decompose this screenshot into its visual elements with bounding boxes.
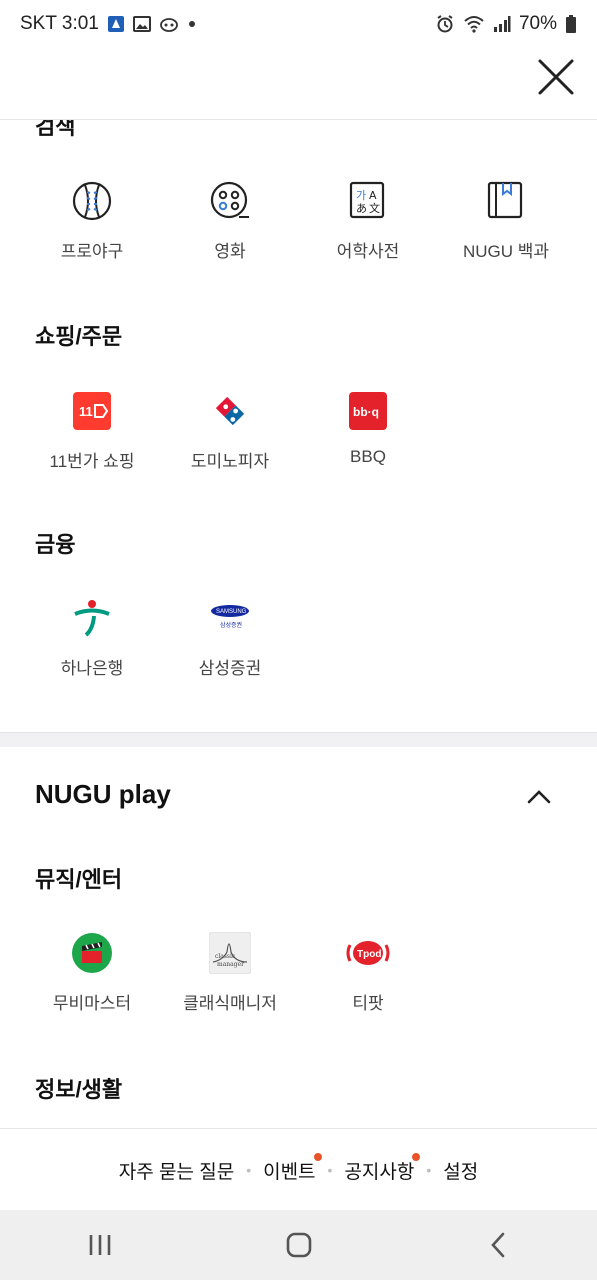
dominos-logo-icon	[208, 389, 252, 433]
svg-text:あ: あ	[356, 202, 367, 215]
svg-text:가: 가	[356, 189, 366, 202]
item-label: 영화	[214, 242, 246, 261]
svg-text:bb·q: bb·q	[353, 405, 379, 419]
svg-text:manager: manager	[217, 961, 244, 968]
signal-icon	[493, 15, 511, 33]
classic-manager-icon: classic manager	[208, 931, 252, 975]
new-badge-dot	[412, 1152, 421, 1161]
settings-link-label: 설정	[443, 1161, 479, 1183]
item-bbq[interactable]: bb·q BBQ	[298, 389, 438, 489]
item-dictionary[interactable]: 가Aあ文 어학사전	[298, 179, 438, 279]
film-reel-icon	[208, 179, 252, 223]
notification-app-icon	[107, 15, 125, 33]
back-icon	[490, 1232, 504, 1258]
recent-apps-icon	[89, 1235, 110, 1255]
svg-text:삼성증권: 삼성증권	[220, 621, 242, 629]
alarm-icon	[435, 14, 455, 34]
status-bar: SKT 3:01 70%	[0, 0, 597, 48]
item-label: 11번가 쇼핑	[49, 452, 135, 471]
events-link-label: 이벤트	[263, 1161, 316, 1183]
separator-dot: •	[246, 1162, 252, 1178]
battery-percent: 70%	[518, 13, 557, 34]
chevron-up-icon	[527, 790, 551, 804]
wifi-icon	[463, 15, 485, 33]
events-link[interactable]: 이벤트	[263, 1152, 322, 1184]
search-grid: 프로야구 영화 가Aあ文 어학사전 NUGU 백과	[0, 179, 597, 289]
item-baseball[interactable]: 프로야구	[22, 179, 162, 279]
item-classic-manager[interactable]: classic manager 클래식매니저	[160, 931, 300, 1031]
item-movie[interactable]: 영화	[160, 179, 300, 279]
item-label: 프로야구	[60, 242, 124, 261]
footer-links: 자주 묻는 질문 • 이벤트 • 공지사항 • 설정	[0, 1128, 597, 1211]
notices-link-label: 공지사항	[344, 1161, 415, 1183]
item-label: 어학사전	[336, 242, 400, 261]
faq-link-label: 자주 묻는 질문	[118, 1161, 235, 1183]
item-dominos[interactable]: 도미노피자	[160, 389, 300, 489]
encyclopedia-icon	[484, 179, 528, 223]
section-title-shopping: 쇼핑/주문	[35, 324, 123, 349]
status-left: SKT 3:01	[20, 13, 197, 35]
svg-text:A: A	[369, 189, 377, 202]
back-button[interactable]	[458, 1220, 538, 1270]
item-label: NUGU 백과	[462, 242, 550, 261]
battery-icon	[565, 14, 577, 34]
section-title-search: 검색	[35, 119, 76, 139]
item-label: 하나은행	[60, 659, 124, 678]
dictionary-icon: 가Aあ文	[346, 179, 390, 223]
item-label: 클래식매니저	[183, 994, 277, 1013]
section-divider	[0, 732, 597, 747]
svg-text:Tpod: Tpod	[357, 949, 381, 960]
collapse-button[interactable]	[526, 787, 552, 807]
bbq-logo-icon: bb·q	[346, 389, 390, 433]
gallery-icon	[132, 15, 151, 33]
svg-text:文: 文	[369, 201, 380, 215]
11st-logo-icon: 11	[70, 389, 114, 433]
item-samsung-securities[interactable]: SAMSUNG 삼성증권 삼성증권	[160, 596, 300, 696]
shopping-grid: 11 11번가 쇼핑 도미노피자 bb·q BBQ	[0, 389, 597, 499]
baseball-icon	[70, 179, 114, 223]
separator-dot: •	[327, 1162, 333, 1178]
item-movie-master[interactable]: 무비마스터	[22, 931, 162, 1031]
carrier-time: SKT 3:01	[20, 13, 99, 34]
item-encyclopedia[interactable]: NUGU 백과	[436, 179, 576, 279]
notices-link[interactable]: 공지사항	[344, 1152, 421, 1184]
hana-bank-logo-icon	[70, 596, 114, 640]
more-notifications-dot-icon	[187, 19, 197, 29]
movie-master-icon	[70, 931, 114, 975]
system-nav-bar	[0, 1210, 597, 1280]
faq-link[interactable]: 자주 묻는 질문	[119, 1157, 234, 1184]
svg-text:SAMSUNG: SAMSUNG	[216, 609, 247, 615]
home-icon	[286, 1232, 311, 1258]
finance-grid: 하나은행 SAMSUNG 삼성증권 삼성증권	[0, 596, 597, 706]
new-badge-dot	[313, 1152, 322, 1161]
samsung-securities-logo-icon: SAMSUNG 삼성증권	[208, 596, 252, 640]
item-label: 티팟	[352, 994, 384, 1013]
svg-text:11: 11	[79, 404, 93, 419]
item-tpod[interactable]: Tpod 티팟	[298, 931, 438, 1031]
top-bar	[0, 48, 597, 120]
recent-apps-button[interactable]	[60, 1220, 140, 1270]
status-right: 70%	[435, 13, 577, 35]
content-scroll-area[interactable]: 검색 프로야구 영화 가Aあ文 어학사전 NUGU 백과 쇼핑/주문 11 11…	[0, 119, 597, 1128]
settings-link[interactable]: 설정	[443, 1157, 478, 1184]
close-button[interactable]	[537, 58, 575, 96]
item-label: 도미노피자	[190, 452, 270, 471]
item-label: 삼성증권	[198, 659, 262, 678]
svg-text:classic: classic	[215, 953, 236, 960]
section-title-info: 정보/생활	[35, 1077, 123, 1102]
item-hana-bank[interactable]: 하나은행	[22, 596, 162, 696]
section-title-finance: 금융	[35, 532, 76, 557]
item-11st[interactable]: 11 11번가 쇼핑	[22, 389, 162, 489]
home-button[interactable]	[259, 1220, 339, 1270]
item-label: 무비마스터	[52, 994, 132, 1013]
tpod-icon: Tpod	[346, 931, 390, 975]
separator-dot: •	[426, 1162, 432, 1178]
close-icon	[538, 59, 574, 95]
game-controller-icon	[159, 15, 179, 33]
section-title-music: 뮤직/엔터	[35, 867, 123, 892]
group-title-nugu-play: NUGU play	[35, 779, 171, 809]
item-label: BBQ	[350, 447, 386, 466]
music-grid: 무비마스터 classic manager 클래식매니저 Tpod 티팟	[0, 931, 597, 1041]
